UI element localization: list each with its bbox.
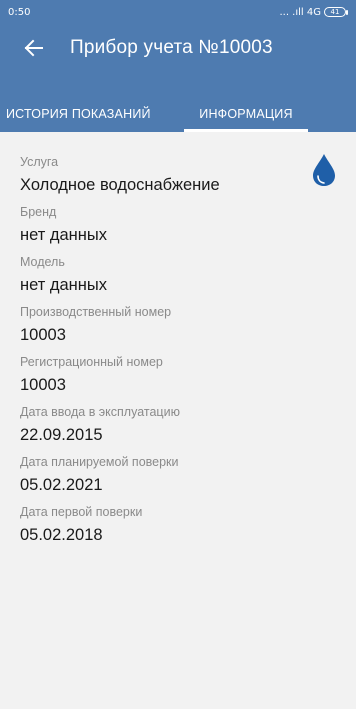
page-title: Прибор учета №10003 bbox=[70, 37, 273, 58]
meter-info: Услуга Холодное водоснабжение Бренд нет … bbox=[0, 132, 356, 552]
field-value: Холодное водоснабжение bbox=[20, 176, 220, 194]
field-registration-number: Регистрационный номер 10003 bbox=[20, 352, 336, 402]
network-indicator: ... .ıll 4G bbox=[279, 6, 321, 18]
field-planned-verification-date: Дата планируемой поверки 05.02.2021 bbox=[20, 452, 336, 502]
field-model: Модель нет данных bbox=[20, 252, 336, 302]
field-value: нет данных bbox=[20, 226, 108, 244]
tab-info-label: ИНФОРМАЦИЯ bbox=[199, 107, 293, 121]
tab-history[interactable]: ИСТОРИЯ ПОКАЗАНИЙ bbox=[0, 96, 184, 132]
field-commissioning-date: Дата ввода в эксплуатацию 22.09.2015 bbox=[20, 402, 336, 452]
status-time: 0:50 bbox=[8, 6, 31, 18]
tab-history-label: ИСТОРИЯ ПОКАЗАНИЙ bbox=[6, 107, 151, 121]
field-value: 10003 bbox=[20, 376, 66, 394]
status-bar: 0:50 ... .ıll 4G 41 bbox=[0, 0, 356, 24]
field-value: 10003 bbox=[20, 326, 66, 344]
app-header: 0:50 ... .ıll 4G 41 Прибор учета №10003 … bbox=[0, 0, 356, 132]
field-label: Модель bbox=[20, 255, 65, 269]
field-brand: Бренд нет данных bbox=[20, 202, 336, 252]
field-label: Дата ввода в эксплуатацию bbox=[20, 405, 180, 419]
water-drop-icon bbox=[312, 153, 336, 187]
field-serial-number: Производственный номер 10003 bbox=[20, 302, 336, 352]
battery-icon: 41 bbox=[324, 7, 348, 17]
field-value: 05.02.2021 bbox=[20, 476, 103, 494]
field-value: нет данных bbox=[20, 276, 108, 294]
field-label: Дата планируемой поверки bbox=[20, 455, 179, 469]
tab-info[interactable]: ИНФОРМАЦИЯ bbox=[184, 96, 308, 132]
status-indicators: ... .ıll 4G 41 bbox=[279, 6, 348, 18]
field-value: 05.02.2018 bbox=[20, 526, 103, 544]
field-label: Услуга bbox=[20, 155, 59, 169]
toolbar: Прибор учета №10003 bbox=[0, 24, 356, 72]
field-label: Производственный номер bbox=[20, 305, 172, 319]
field-label: Дата первой поверки bbox=[20, 505, 143, 519]
tab-bar: ИСТОРИЯ ПОКАЗАНИЙ ИНФОРМАЦИЯ bbox=[0, 96, 356, 132]
field-first-verification-date: Дата первой поверки 05.02.2018 bbox=[20, 502, 336, 552]
field-value: 22.09.2015 bbox=[20, 426, 103, 444]
field-service: Услуга Холодное водоснабжение bbox=[20, 152, 336, 202]
arrow-left-icon[interactable] bbox=[22, 37, 44, 59]
field-label: Бренд bbox=[20, 205, 57, 219]
field-label: Регистрационный номер bbox=[20, 355, 163, 369]
battery-level: 41 bbox=[330, 8, 340, 16]
